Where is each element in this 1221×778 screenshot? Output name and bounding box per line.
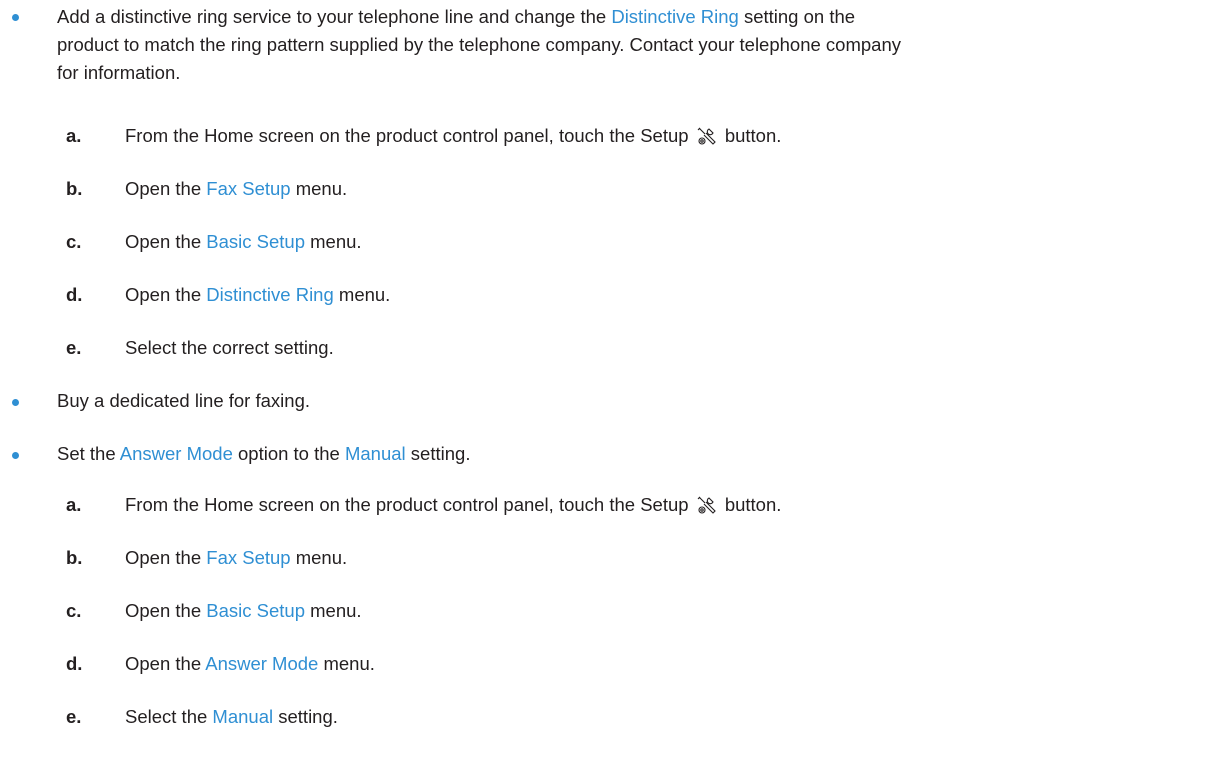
text-span: Set the xyxy=(57,443,120,464)
step-letter: b. xyxy=(66,178,83,199)
text-span: menu. xyxy=(305,600,362,621)
step-text: Select the correct setting. xyxy=(125,337,334,358)
ui-term-answer-mode: Answer Mode xyxy=(119,443,233,464)
step-letter: e. xyxy=(66,706,82,727)
bullet-text: Add a distinctive ring service to your t… xyxy=(57,3,1207,87)
bullet-line: product to match the ring pattern suppli… xyxy=(57,34,901,55)
step-item: b. Open the Fax Setup menu. xyxy=(57,175,1207,203)
text-span: Open the xyxy=(125,653,206,674)
bullet-dot xyxy=(12,14,19,21)
text-span: Open the xyxy=(125,231,207,252)
text-span: setting on the xyxy=(738,6,856,27)
text-span: Open the xyxy=(125,600,207,621)
document-page: Add a distinctive ring service to your t… xyxy=(0,0,1221,778)
ui-term-manual: Manual xyxy=(344,443,406,464)
step-item: d. Open the Distinctive Ring menu. xyxy=(57,281,1207,309)
step-item: e. Select the correct setting. xyxy=(57,334,1207,362)
step-letter: a. xyxy=(66,125,82,146)
step-letter: b. xyxy=(66,547,83,568)
bullet-text: Set the Answer Mode option to the Manual… xyxy=(57,440,1207,468)
step-item: c. Open the Basic Setup menu. xyxy=(57,228,1207,256)
ui-term-distinctive-ring: Distinctive Ring xyxy=(611,6,739,27)
bullet-line: Add a distinctive ring service to your t… xyxy=(57,3,1207,31)
text-span: Open the xyxy=(125,284,207,305)
bullet-text: Buy a dedicated line for faxing. xyxy=(57,390,310,411)
ui-term-fax-setup: Fax Setup xyxy=(206,178,291,199)
text-span: menu. xyxy=(290,547,348,568)
text-span: menu. xyxy=(318,653,375,674)
step-item: e. Select the Manual setting. xyxy=(57,703,1207,731)
text-span: Select the xyxy=(125,706,213,727)
text-span: button. xyxy=(724,494,782,515)
step-letter: d. xyxy=(66,284,83,305)
ui-term-manual: Manual xyxy=(212,706,274,727)
step-text: Open the Basic Setup menu. xyxy=(125,228,362,256)
bullet-dot xyxy=(12,399,19,406)
step-text: From the Home screen on the product cont… xyxy=(125,491,781,519)
ui-term-fax-setup: Fax Setup xyxy=(206,547,291,568)
step-text: Open the Fax Setup menu. xyxy=(125,544,347,572)
text-span: Open the xyxy=(125,178,207,199)
ui-term-distinctive-ring: Distinctive Ring xyxy=(206,284,334,305)
ui-term-basic-setup: Basic Setup xyxy=(206,231,305,252)
setup-tools-icon xyxy=(697,127,716,145)
step-item: a. From the Home screen on the product c… xyxy=(57,122,1207,150)
text-span: setting. xyxy=(273,706,338,727)
text-span: menu. xyxy=(305,231,362,252)
bullet-dot xyxy=(12,452,19,459)
step-text: Open the Answer Mode menu. xyxy=(125,650,375,678)
text-span: button. xyxy=(724,125,782,146)
text-span: From the Home screen on the product cont… xyxy=(125,125,694,146)
bullet-line: for information. xyxy=(57,62,181,83)
step-text: Open the Distinctive Ring menu. xyxy=(125,281,390,309)
step-letter: c. xyxy=(66,231,82,252)
text-span: menu. xyxy=(333,284,391,305)
text-span: Open the xyxy=(125,547,207,568)
step-letter: e. xyxy=(66,337,82,358)
text-span: menu. xyxy=(290,178,348,199)
step-letter: c. xyxy=(66,600,82,621)
text-span: Add a distinctive ring service to your t… xyxy=(57,6,612,27)
step-text: Select the Manual setting. xyxy=(125,703,338,731)
step-item: d. Open the Answer Mode menu. xyxy=(57,650,1207,678)
text-span: From the Home screen on the product cont… xyxy=(125,494,694,515)
step-text: Open the Fax Setup menu. xyxy=(125,175,347,203)
text-span: option to the xyxy=(232,443,345,464)
ui-term-basic-setup: Basic Setup xyxy=(206,600,305,621)
step-item: b. Open the Fax Setup menu. xyxy=(57,544,1207,572)
step-text: From the Home screen on the product cont… xyxy=(125,122,781,150)
step-letter: d. xyxy=(66,653,83,674)
step-text: Open the Basic Setup menu. xyxy=(125,597,362,625)
step-item: c. Open the Basic Setup menu. xyxy=(57,597,1207,625)
text-span: setting. xyxy=(405,443,471,464)
step-item: a. From the Home screen on the product c… xyxy=(57,491,1207,519)
ui-term-answer-mode: Answer Mode xyxy=(205,653,319,674)
setup-tools-icon xyxy=(697,496,716,514)
step-letter: a. xyxy=(66,494,82,515)
